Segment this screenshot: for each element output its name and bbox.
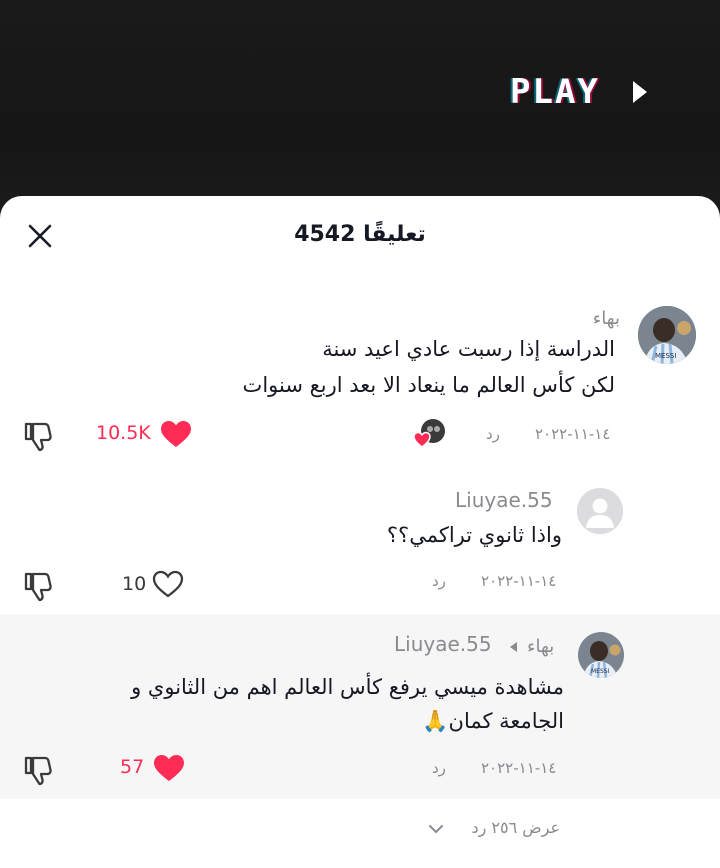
comment-text-line: واذا ثانوي تراكمي؟؟: [386, 523, 562, 547]
default-avatar-icon: [577, 488, 623, 534]
comment-text-line: الدراسة إذا رسبت عادي اعيد سنة: [322, 337, 615, 361]
comment-author[interactable]: Liuyae.55: [455, 488, 553, 512]
avatar[interactable]: MESSI: [638, 306, 696, 364]
comment-date: ١٤-١١-٢٠٢٢: [535, 425, 611, 443]
creator-liked-badge-icon: [413, 419, 445, 448]
dislike-icon[interactable]: [22, 570, 54, 602]
dislike-icon[interactable]: [22, 754, 54, 786]
chevron-down-icon[interactable]: [428, 823, 444, 835]
like-count: 10: [122, 573, 147, 595]
comment-date: ١٤-١١-٢٠٢٢: [481, 572, 557, 590]
view-replies-button[interactable]: عرض ٢٥٦ رد: [471, 818, 560, 837]
like-count: 57: [120, 756, 145, 778]
reply-author[interactable]: بهاء: [527, 636, 554, 657]
comments-sheet: 4542 تعليقًا MESSI بهاء الدراسة إذا رسبت…: [0, 196, 720, 868]
reply-text-line: الجامعة كمان🙏: [422, 709, 564, 733]
view-replies-label: عرض ٢٥٦ رد: [471, 818, 560, 837]
like-count: 10.5K: [96, 422, 151, 444]
play-overlay-text: PLAY: [510, 72, 600, 112]
reply-button[interactable]: رد: [432, 572, 446, 590]
dislike-icon[interactable]: [22, 420, 54, 452]
reply-arrow-icon: [510, 642, 517, 652]
svg-text:MESSI: MESSI: [655, 352, 676, 360]
comment-text-line: لكن كأس العالم ما ينعاد الا بعد اربع سنو…: [242, 373, 615, 397]
avatar[interactable]: MESSI: [578, 632, 624, 678]
reply-to-author[interactable]: Liuyae.55: [394, 632, 492, 656]
heart-icon[interactable]: [153, 754, 185, 782]
avatar[interactable]: [577, 488, 623, 534]
reply-date: ١٤-١١-٢٠٢٢: [481, 759, 557, 777]
avatar-image: MESSI: [638, 306, 696, 364]
reply-button[interactable]: رد: [432, 759, 446, 777]
reply-button[interactable]: رد: [486, 425, 500, 443]
avatar-image: MESSI: [578, 632, 624, 678]
heart-icon[interactable]: [160, 420, 192, 448]
svg-text:MESSI: MESSI: [591, 668, 610, 675]
comments-count-title: 4542 تعليقًا: [294, 222, 426, 247]
comment-author[interactable]: بهاء: [593, 308, 620, 329]
reply-text-line: مشاهدة ميسي يرفع كأس العالم اهم من الثان…: [131, 675, 564, 699]
play-icon: [633, 81, 647, 103]
heart-outline-icon[interactable]: [152, 570, 184, 598]
